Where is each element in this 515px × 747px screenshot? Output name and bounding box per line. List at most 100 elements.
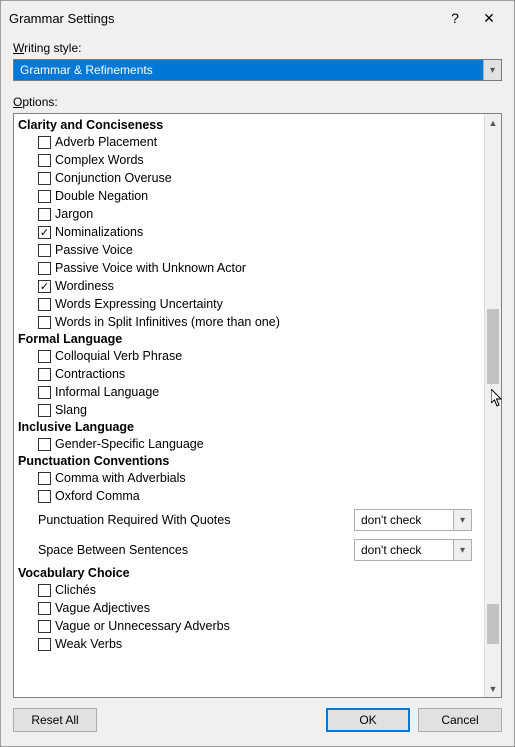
option-label: Slang [55,403,87,417]
option-label: Complex Words [55,153,144,167]
option-label: Colloquial Verb Phrase [55,349,182,363]
writing-style-value: Grammar & Refinements [20,63,153,77]
option-label: Vague Adjectives [55,601,150,615]
option-item[interactable]: Comma with Adverbials [18,469,480,487]
checkbox[interactable] [38,472,51,485]
close-button[interactable]: ✕ [472,7,506,29]
category-heading: Vocabulary Choice [18,565,480,581]
scroll-down-arrow-icon[interactable]: ▼ [485,680,501,697]
checkbox[interactable] [38,584,51,597]
option-item[interactable]: Adverb Placement [18,133,480,151]
checkbox[interactable] [38,208,51,221]
option-label: Adverb Placement [55,135,157,149]
checkbox[interactable]: ✓ [38,226,51,239]
option-item[interactable]: ✓ Wordiness [18,277,480,295]
checkbox[interactable] [38,244,51,257]
option-item[interactable]: Jargon [18,205,480,223]
option-item[interactable]: Oxford Comma [18,487,480,505]
options-list: Clarity and Conciseness Adverb Placement C… [14,114,484,697]
option-dropdown-value: don't check [361,513,421,527]
scroll-thumb[interactable] [487,604,499,644]
option-label: Comma with Adverbials [55,471,186,485]
option-item[interactable]: Conjunction Overuse [18,169,480,187]
category-heading: Clarity and Conciseness [18,117,480,133]
option-label: Passive Voice [55,243,133,257]
checkbox[interactable] [38,172,51,185]
option-item[interactable]: Double Negation [18,187,480,205]
checkbox[interactable] [38,368,51,381]
option-item[interactable]: Passive Voice with Unknown Actor [18,259,480,277]
chevron-down-icon: ▾ [453,510,471,530]
option-label: Oxford Comma [55,489,140,503]
checkbox[interactable] [38,602,51,615]
option-label: Words Expressing Uncertainty [55,297,223,311]
checkbox[interactable] [38,262,51,275]
checkbox[interactable] [38,316,51,329]
option-dropdown[interactable]: don't check ▾ [354,539,472,561]
checkbox[interactable] [38,136,51,149]
titlebar: Grammar Settings ? ✕ [1,1,514,35]
checkbox[interactable] [38,154,51,167]
category-heading: Punctuation Conventions [18,453,480,469]
window-title: Grammar Settings [9,11,438,26]
option-dropdown-value: don't check [361,543,421,557]
option-dropdown-label: Space Between Sentences [38,543,354,557]
option-item[interactable]: Clichés [18,581,480,599]
checkbox[interactable] [38,490,51,503]
checkbox[interactable] [38,620,51,633]
option-dropdown-row: Space Between Sentences don't check ▾ [18,535,480,565]
options-label: Options: [13,95,502,109]
checkbox[interactable]: ✓ [38,280,51,293]
category-heading: Inclusive Language [18,419,480,435]
checkbox[interactable] [38,438,51,451]
option-label: Informal Language [55,385,159,399]
writing-style-label: Writing style: [13,41,502,55]
option-item[interactable]: Informal Language [18,383,480,401]
option-label: Jargon [55,207,93,221]
category-heading: Formal Language [18,331,480,347]
option-item[interactable]: Slang [18,401,480,419]
checkbox[interactable] [38,350,51,363]
option-item[interactable]: Passive Voice [18,241,480,259]
option-label: Conjunction Overuse [55,171,172,185]
option-item[interactable]: Weak Verbs [18,635,480,653]
option-dropdown-row: Punctuation Required With Quotesdon't ch… [18,505,480,535]
option-dropdown[interactable]: don't check ▾ [354,509,472,531]
option-label: Nominalizations [55,225,143,239]
option-item[interactable]: Contractions [18,365,480,383]
scrollbar-vertical[interactable]: ▲ ▼ [484,114,501,697]
option-label: Passive Voice with Unknown Actor [55,261,246,275]
options-pane: Clarity and Conciseness Adverb Placement C… [13,113,502,698]
option-label: Wordiness [55,279,114,293]
chevron-down-icon: ▾ [453,540,471,560]
checkbox[interactable] [38,298,51,311]
option-item[interactable]: Words Expressing Uncertainty [18,295,480,313]
option-item[interactable]: Vague Adjectives [18,599,480,617]
checkbox[interactable] [38,190,51,203]
checkbox[interactable] [38,404,51,417]
checkbox[interactable] [38,638,51,651]
cancel-button[interactable]: Cancel [418,708,502,732]
writing-style-combo[interactable]: Grammar & Refinements ▾ [13,59,502,81]
option-label: Gender-Specific Language [55,437,204,451]
option-item[interactable]: ✓ Nominalizations [18,223,480,241]
option-item[interactable]: Words in Split Infinitives (more than on… [18,313,480,331]
option-item[interactable]: Gender-Specific Language [18,435,480,453]
dialog-footer: Reset All OK Cancel [13,698,502,736]
option-label: Vague or Unnecessary Adverbs [55,619,230,633]
option-label: Clichés [55,583,96,597]
reset-all-button[interactable]: Reset All [13,708,97,732]
option-item[interactable]: Complex Words [18,151,480,169]
option-item[interactable]: Vague or Unnecessary Adverbs [18,617,480,635]
option-dropdown-label: Punctuation Required With Quotes [38,513,354,527]
help-button[interactable]: ? [438,7,472,29]
option-item[interactable]: Colloquial Verb Phrase [18,347,480,365]
option-label: Weak Verbs [55,637,122,651]
grammar-settings-dialog: Grammar Settings ? ✕ Writing style: Gram… [0,0,515,747]
ok-button[interactable]: OK [326,708,410,732]
option-label: Contractions [55,367,125,381]
checkbox[interactable] [38,386,51,399]
scroll-up-arrow-icon[interactable]: ▲ [485,114,501,131]
scroll-thumb[interactable] [487,309,499,384]
chevron-down-icon: ▾ [483,60,501,80]
